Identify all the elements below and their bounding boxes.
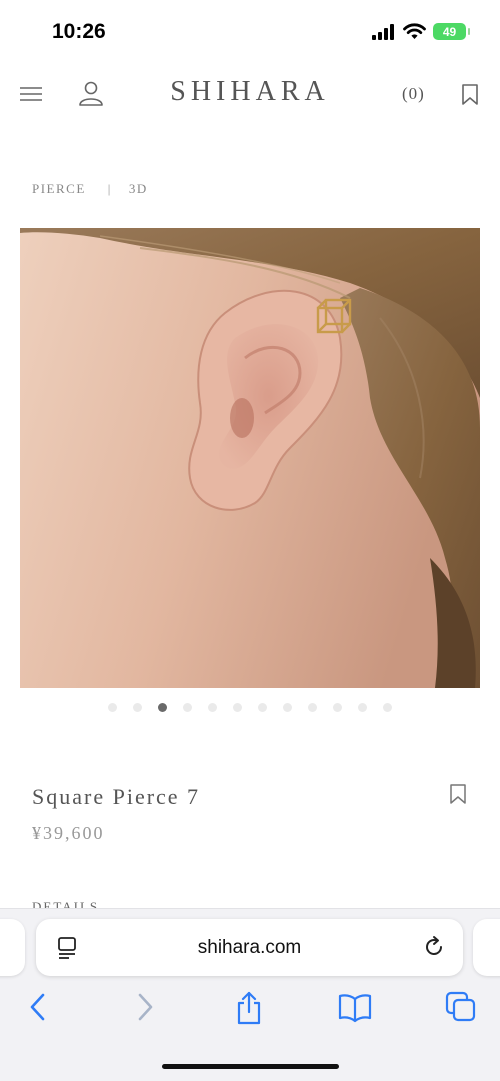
product-name: Square Pierce 7	[32, 784, 201, 809]
carousel-dot[interactable]	[283, 703, 292, 712]
user-icon[interactable]	[78, 80, 104, 108]
chevron-right-icon[interactable]	[134, 991, 156, 1023]
carousel-dot[interactable]	[108, 703, 117, 712]
status-time: 10:26	[52, 20, 106, 43]
breadcrumb-collection[interactable]: 3D	[129, 181, 148, 197]
ear-photo-illustration	[20, 228, 480, 688]
browser-toolbar	[0, 991, 500, 1031]
url-text[interactable]: shihara.com	[36, 937, 463, 959]
carousel-dot[interactable]	[208, 703, 217, 712]
breadcrumb-category[interactable]: PIERCE	[32, 181, 86, 197]
home-indicator	[162, 1064, 339, 1069]
share-icon[interactable]	[235, 991, 263, 1025]
menu-icon[interactable]	[19, 80, 43, 108]
carousel-dot[interactable]	[233, 703, 242, 712]
carousel-dot[interactable]	[308, 703, 317, 712]
reload-icon[interactable]	[422, 935, 446, 959]
next-tab-card[interactable]	[473, 919, 500, 976]
book-icon[interactable]	[338, 991, 372, 1023]
signal-icon	[372, 23, 394, 40]
carousel-dot[interactable]	[158, 703, 167, 712]
carousel-dots	[0, 703, 500, 712]
cart-count[interactable]: (0)	[402, 84, 425, 104]
status-icons: 49	[372, 23, 470, 40]
wifi-icon	[403, 23, 426, 39]
previous-tab-card[interactable]	[0, 919, 25, 976]
battery-level: 49	[442, 24, 457, 39]
product-price: ¥39,600	[32, 823, 105, 843]
battery-indicator: 49	[433, 23, 470, 40]
site-logo[interactable]: SHIHARA	[0, 76, 500, 108]
status-bar: 10:26 49	[0, 0, 500, 66]
chevron-left-icon[interactable]	[27, 991, 49, 1023]
site-header: SHIHARA (0)	[0, 66, 500, 126]
breadcrumb-separator: |	[107, 181, 112, 196]
carousel-dot[interactable]	[333, 703, 342, 712]
carousel-dot[interactable]	[258, 703, 267, 712]
carousel-dot[interactable]	[358, 703, 367, 712]
address-bar[interactable]: shihara.com	[36, 919, 463, 976]
bookmark-icon[interactable]	[460, 80, 480, 108]
tabs-icon[interactable]	[445, 991, 477, 1023]
carousel-dot[interactable]	[383, 703, 392, 712]
product-image[interactable]	[20, 228, 480, 688]
browser-bottom-bar: shihara.com	[0, 908, 500, 1081]
carousel-dot[interactable]	[133, 703, 142, 712]
wishlist-bookmark-icon[interactable]	[449, 783, 467, 805]
carousel-dot[interactable]	[183, 703, 192, 712]
breadcrumb: PIERCE | 3D	[32, 181, 148, 197]
